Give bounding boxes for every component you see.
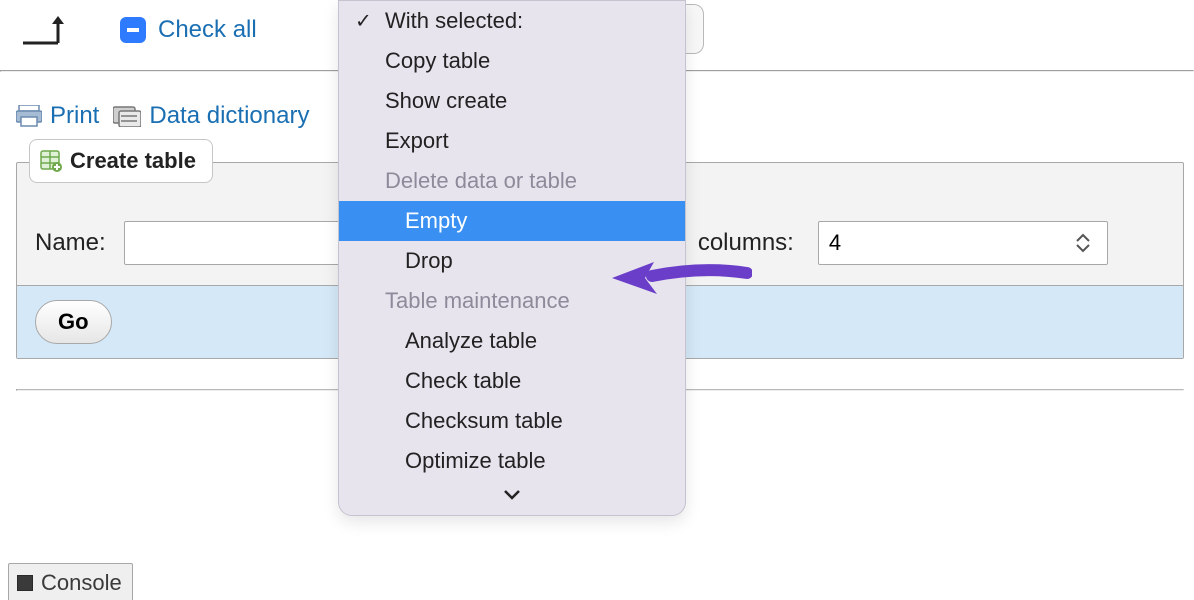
data-dictionary-link[interactable]: Data dictionary <box>149 102 309 130</box>
dropdown-item-with-selected[interactable]: With selected: <box>339 1 685 41</box>
check-all-link[interactable]: Check all <box>158 16 257 44</box>
create-table-legend-text: Create table <box>70 148 196 174</box>
create-table-legend: Create table <box>29 139 213 183</box>
dropdown-item-analyze-table[interactable]: Analyze table <box>339 321 685 361</box>
dropdown-item-copy-table[interactable]: Copy table <box>339 41 685 81</box>
console-icon <box>17 575 33 591</box>
with-selected-select-edge[interactable] <box>686 4 704 54</box>
print-link[interactable]: Print <box>50 102 99 130</box>
with-selected-dropdown: With selected: Copy table Show create Ex… <box>338 0 686 516</box>
table-add-icon <box>40 150 62 172</box>
go-button[interactable]: Go <box>35 300 112 344</box>
dropdown-item-export[interactable]: Export <box>339 121 685 161</box>
arrow-up-out-icon <box>18 10 78 50</box>
table-name-label: Name: <box>35 229 106 257</box>
dropdown-item-drop[interactable]: Drop <box>339 241 685 281</box>
stepper-arrows-icon[interactable] <box>1069 233 1097 253</box>
console-toggle[interactable]: Console <box>8 563 133 600</box>
dropdown-item-empty[interactable]: Empty <box>339 201 685 241</box>
chevron-down-icon <box>503 489 521 501</box>
columns-label: columns: <box>698 229 794 257</box>
columns-stepper[interactable] <box>818 221 1108 265</box>
columns-input[interactable] <box>819 222 1069 264</box>
dropdown-group-maintenance: Table maintenance <box>339 281 685 321</box>
print-icon <box>16 105 42 127</box>
console-label: Console <box>41 570 122 596</box>
dropdown-item-checksum-table[interactable]: Checksum table <box>339 401 685 441</box>
dropdown-item-optimize-table[interactable]: Optimize table <box>339 441 685 481</box>
dropdown-item-show-create[interactable]: Show create <box>339 81 685 121</box>
check-all-indicator-icon[interactable] <box>120 17 146 43</box>
dropdown-group-delete: Delete data or table <box>339 161 685 201</box>
data-dictionary-icon <box>113 105 141 127</box>
dropdown-item-check-table[interactable]: Check table <box>339 361 685 401</box>
dropdown-more-indicator <box>339 481 685 509</box>
